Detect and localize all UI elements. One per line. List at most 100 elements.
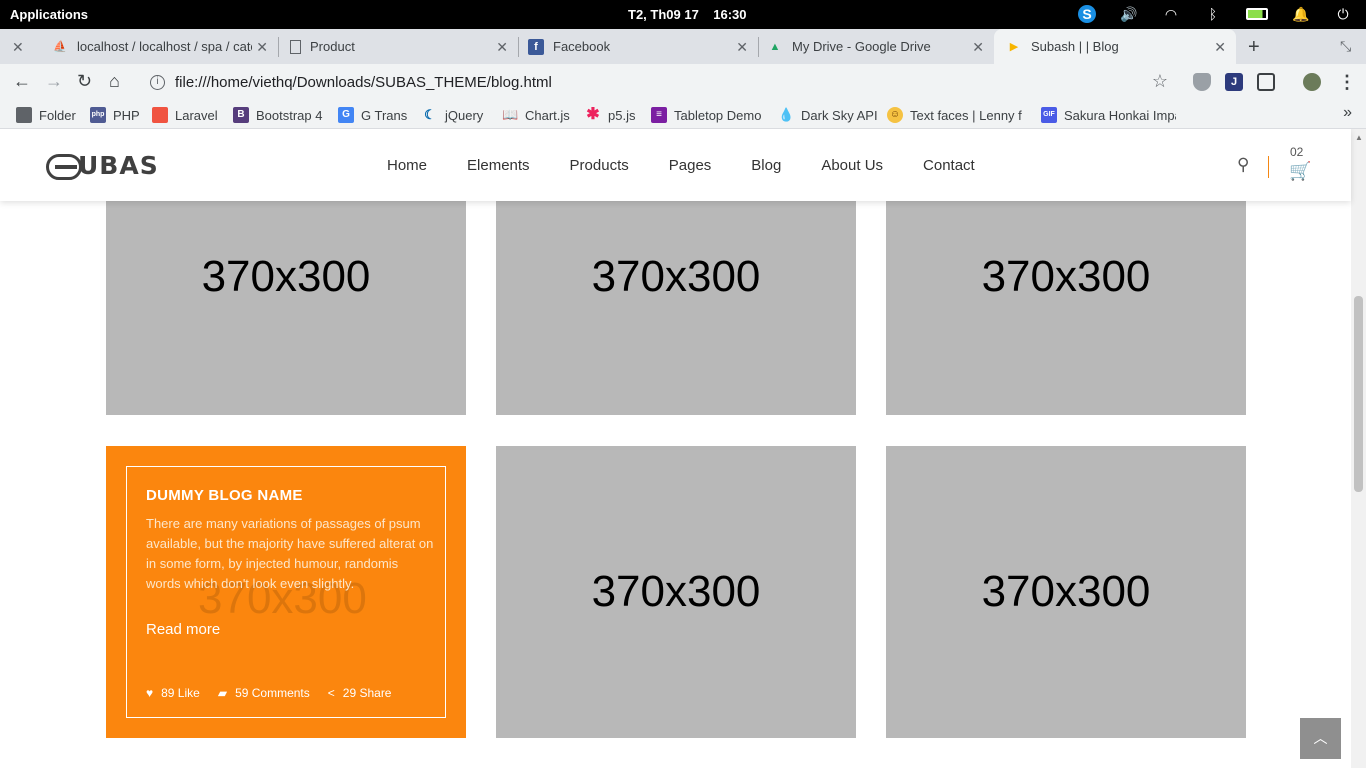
bookmark-jquery[interactable]: ☾ jQuery [422,107,483,123]
bookmark-folder[interactable]: Folder [16,107,76,123]
nav-pages[interactable]: Pages [669,157,712,174]
close-icon[interactable]: ✕ [736,39,748,56]
scroll-up-arrow-icon[interactable]: ▲ [1355,133,1363,142]
bookmark-star-icon[interactable]: ☆ [1152,71,1168,92]
volume-icon[interactable]: 🔊 [1120,5,1138,23]
browser-menu-icon[interactable]: ⋮ [1338,72,1356,93]
battery-icon[interactable] [1246,8,1268,20]
facebook-icon: f [528,38,544,55]
tab-title: My Drive - Google Drive [792,39,931,54]
info-icon[interactable]: i [150,75,165,90]
comment-stat[interactable]: ▰ 59 Comments [218,686,310,700]
forward-arrow-icon[interactable]: → [45,71,63,92]
minimize-arrows-icon[interactable]: ⤡ [1340,38,1351,55]
bootstrap-icon: B [233,107,249,123]
close-icon[interactable]: ✕ [1214,39,1226,56]
home-icon[interactable]: ⌂ [109,71,120,92]
bookmark-label: jQuery [445,107,484,123]
blog-card-image[interactable]: 370x300 [496,446,856,738]
bookmark-label: PHP [113,107,140,123]
comment-icon: ▰ [217,686,228,700]
image-placeholder-text: 370x300 [201,252,371,301]
bookmark-php[interactable]: php PHP [90,107,140,123]
j-extension-icon[interactable]: J [1225,73,1243,91]
back-arrow-icon[interactable]: ← [13,71,31,92]
browser-toolbar: ← → ↻ ⌂ i file:///home/viethq/Downloads/… [0,64,1366,101]
bookmark-label: Tabletop Demo [674,107,762,123]
folder-icon [16,107,32,123]
comment-count: 59 Comments [235,686,310,700]
bookmark-label: Chart.js [525,107,570,123]
blog-card-featured[interactable]: 370x300 DUMMY BLOG NAME There are many v… [106,446,466,738]
site-logo[interactable]: UBAS [46,151,159,180]
page-scrollbar[interactable]: ▲ [1351,129,1366,768]
cart-count-badge: 02 [1290,145,1304,159]
logo-mark-icon [46,154,82,180]
document-icon [290,39,301,54]
reload-icon[interactable]: ↻ [77,71,92,92]
nav-products[interactable]: Products [570,157,629,174]
bookmark-gtrans[interactable]: G G Trans [338,107,407,123]
bookmark-chartjs[interactable]: 📖 Chart.js [502,107,570,123]
logo-text: UBAS [78,151,159,180]
tab-title: Subash | | Blog [1031,39,1119,54]
tab-google-drive[interactable]: ▲ My Drive - Google Drive ✕ [758,29,994,64]
blog-title[interactable]: DUMMY BLOG NAME [146,487,303,504]
cart-icon[interactable]: 🛒 [1289,161,1311,182]
image-placeholder-text: 370x300 [981,252,1151,301]
tab-phpmyadmin[interactable]: ⛵ localhost / localhost / spa / cate ✕ [40,29,279,64]
blog-excerpt: There are many variations of passages of… [146,516,434,591]
tab-subash-blog[interactable]: ▶ Subash | | Blog ✕ [994,29,1236,64]
chevron-right-icon[interactable]: » [1343,104,1352,122]
image-placeholder-text: 370x300 [591,567,761,616]
search-icon[interactable]: ⚲ [1237,155,1249,175]
scroll-to-top-button[interactable]: ︿ [1300,718,1341,759]
nav-contact[interactable]: Contact [923,157,975,174]
nav-elements[interactable]: Elements [467,157,530,174]
bookmark-p5js[interactable]: ✱ p5.js [585,107,635,123]
bookmark-label: Laravel [175,107,218,123]
skype-icon[interactable]: S [1078,5,1096,23]
scrollbar-thumb[interactable] [1354,296,1363,492]
smiley-icon: ☺ [887,107,903,123]
wifi-icon[interactable]: ◠ [1162,5,1180,23]
bookmark-textfaces[interactable]: ☺ Text faces | Lenny f [887,107,1024,123]
read-more-link[interactable]: Read more [146,621,220,638]
bookmark-bootstrap[interactable]: B Bootstrap 4 [233,107,323,123]
bookmark-sakura[interactable]: GIF Sakura Honkai Impa [1041,107,1176,123]
tab-title: Product [310,39,355,54]
image-placeholder-text: 370x300 [591,252,761,301]
close-icon[interactable]: ✕ [496,39,508,56]
screenshot-extension-icon[interactable] [1257,73,1275,91]
bookmark-darksky[interactable]: 💧 Dark Sky API [778,107,878,123]
tab-product[interactable]: Product ✕ [278,29,519,64]
address-bar[interactable]: i file:///home/viethq/Downloads/SUBAS_TH… [140,68,1182,97]
phpmyadmin-icon: ⛵ [53,40,67,53]
blog-card-overlay: DUMMY BLOG NAME There are many variation… [126,466,446,718]
applications-menu[interactable]: Applications [10,7,88,22]
like-stat[interactable]: ♥ 89 Like [146,686,200,700]
notification-bell-icon[interactable]: 🔔 [1292,5,1310,23]
share-stat[interactable]: <29 Share [328,686,392,700]
nav-blog[interactable]: Blog [751,157,781,174]
bookmark-tabletop[interactable]: ≡ Tabletop Demo [651,107,761,123]
bluetooth-icon[interactable]: ᛒ [1204,5,1222,23]
tab-title: Facebook [553,39,611,54]
url-text[interactable]: file:///home/viethq/Downloads/SUBAS_THEM… [175,74,552,91]
nav-home[interactable]: Home [387,157,427,174]
close-icon[interactable]: ✕ [256,39,268,56]
bookmark-laravel[interactable]: Laravel [152,107,218,123]
bookmark-label: G Trans [361,107,408,123]
page-viewport: UBAS Home Elements Products Pages Blog A… [0,129,1366,768]
tab-close-icon[interactable]: ✕ [12,39,24,56]
profile-avatar[interactable] [1303,73,1321,91]
system-clock[interactable]: T2, Th09 17 16:30 [628,7,747,22]
nav-about-us[interactable]: About Us [821,157,883,174]
book-icon: 📖 [502,107,519,122]
close-icon[interactable]: ✕ [972,39,984,56]
new-tab-plus-icon[interactable]: + [1248,36,1260,59]
power-icon[interactable]: ⏻ [1334,5,1352,23]
shield-extension-icon[interactable] [1193,73,1211,91]
blog-card-image[interactable]: 370x300 [886,446,1246,738]
tab-facebook[interactable]: f Facebook ✕ [518,29,759,64]
